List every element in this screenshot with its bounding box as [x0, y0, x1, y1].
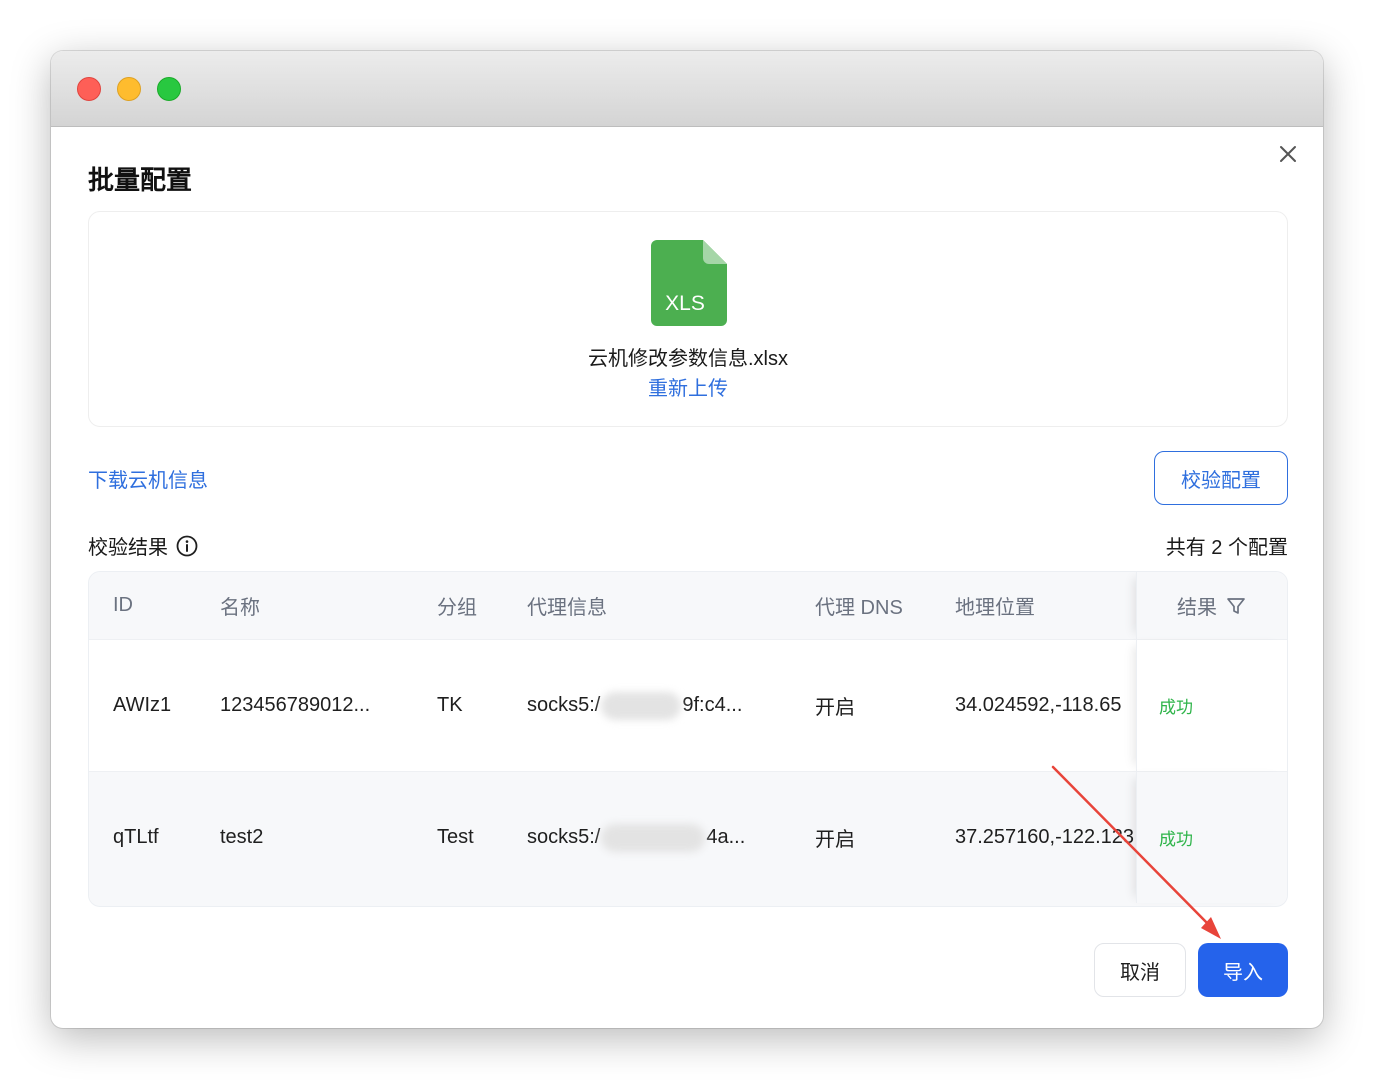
table-row[interactable]: qTLtf test2 Test socks5:/ 4a... 开启 37.25…	[89, 771, 1287, 903]
table-header: ID 名称 分组 代理信息 代理 DNS 地理位置 结果	[89, 572, 1287, 639]
verify-result-label: 校验结果	[88, 531, 198, 560]
proxy-suffix: 4a...	[706, 826, 746, 848]
cell-name: test2	[220, 826, 264, 848]
cell-result: 成功	[1136, 772, 1287, 903]
xls-file-icon: XLS	[651, 240, 727, 326]
zoom-window-button[interactable]	[157, 77, 181, 101]
cell-name: 123456789012...	[220, 694, 371, 716]
cell-proxy: socks5:/ 4a...	[527, 772, 797, 903]
close-window-button[interactable]	[77, 77, 101, 101]
close-icon[interactable]	[1277, 143, 1299, 165]
table-row[interactable]: AWIz1 123456789012... TK socks5:/ 9f:c4.…	[89, 639, 1287, 771]
download-info-link[interactable]: 下载云机信息	[88, 464, 208, 493]
file-name: 云机修改参数信息.xlsx	[588, 348, 788, 370]
header-proxy: 代理信息	[527, 597, 607, 619]
filter-icon[interactable]	[1225, 595, 1247, 617]
cell-id: qTLtf	[113, 826, 159, 848]
cell-geo: 37.257160,-122.123	[955, 826, 1135, 848]
redacted-blur	[601, 823, 706, 852]
header-group: 分组	[437, 597, 477, 619]
title-bar	[51, 51, 1323, 127]
verify-result-text: 校验结果	[88, 537, 168, 559]
minimize-window-button[interactable]	[117, 77, 141, 101]
xls-icon-label: XLS	[665, 292, 705, 315]
status-success: 成功	[1159, 830, 1193, 849]
header-dns: 代理 DNS	[815, 597, 903, 619]
verify-config-button[interactable]: 校验配置	[1154, 451, 1288, 505]
cancel-button[interactable]: 取消	[1094, 943, 1186, 997]
header-result: 结果	[1136, 572, 1287, 639]
cell-geo: 34.024592,-118.65	[955, 694, 1122, 716]
app-window: 批量配置 XLS 云机修改参数信息.xlsx 重新上传 下载云机信息 校验配置 …	[51, 51, 1323, 1028]
cell-dns: 开启	[815, 829, 855, 851]
proxy-prefix: socks5:/	[527, 694, 601, 716]
cell-dns: 开启	[815, 697, 855, 719]
upload-area[interactable]: XLS 云机修改参数信息.xlsx 重新上传	[88, 211, 1288, 427]
reupload-link[interactable]: 重新上传	[89, 372, 1287, 401]
cell-group: Test	[437, 826, 474, 848]
batch-config-dialog: 批量配置 XLS 云机修改参数信息.xlsx 重新上传 下载云机信息 校验配置 …	[51, 127, 1323, 1028]
status-success: 成功	[1159, 698, 1193, 717]
import-button[interactable]: 导入	[1198, 943, 1288, 997]
header-result-label: 结果	[1177, 597, 1217, 619]
proxy-suffix: 9f:c4...	[682, 694, 743, 716]
redacted-blur	[601, 691, 682, 720]
cell-group: TK	[437, 694, 463, 716]
cell-result: 成功	[1136, 640, 1287, 771]
config-count: 共有 2 个配置	[1165, 537, 1288, 559]
proxy-prefix: socks5:/	[527, 826, 601, 848]
dialog-title: 批量配置	[88, 165, 193, 195]
header-id: ID	[113, 594, 133, 616]
cell-proxy: socks5:/ 9f:c4...	[527, 640, 797, 771]
info-icon[interactable]	[176, 535, 198, 557]
header-name: 名称	[220, 597, 260, 619]
cell-id: AWIz1	[113, 694, 172, 716]
header-geo: 地理位置	[955, 597, 1035, 619]
result-table: ID 名称 分组 代理信息 代理 DNS 地理位置 结果 AWIz1 12345…	[88, 571, 1288, 907]
